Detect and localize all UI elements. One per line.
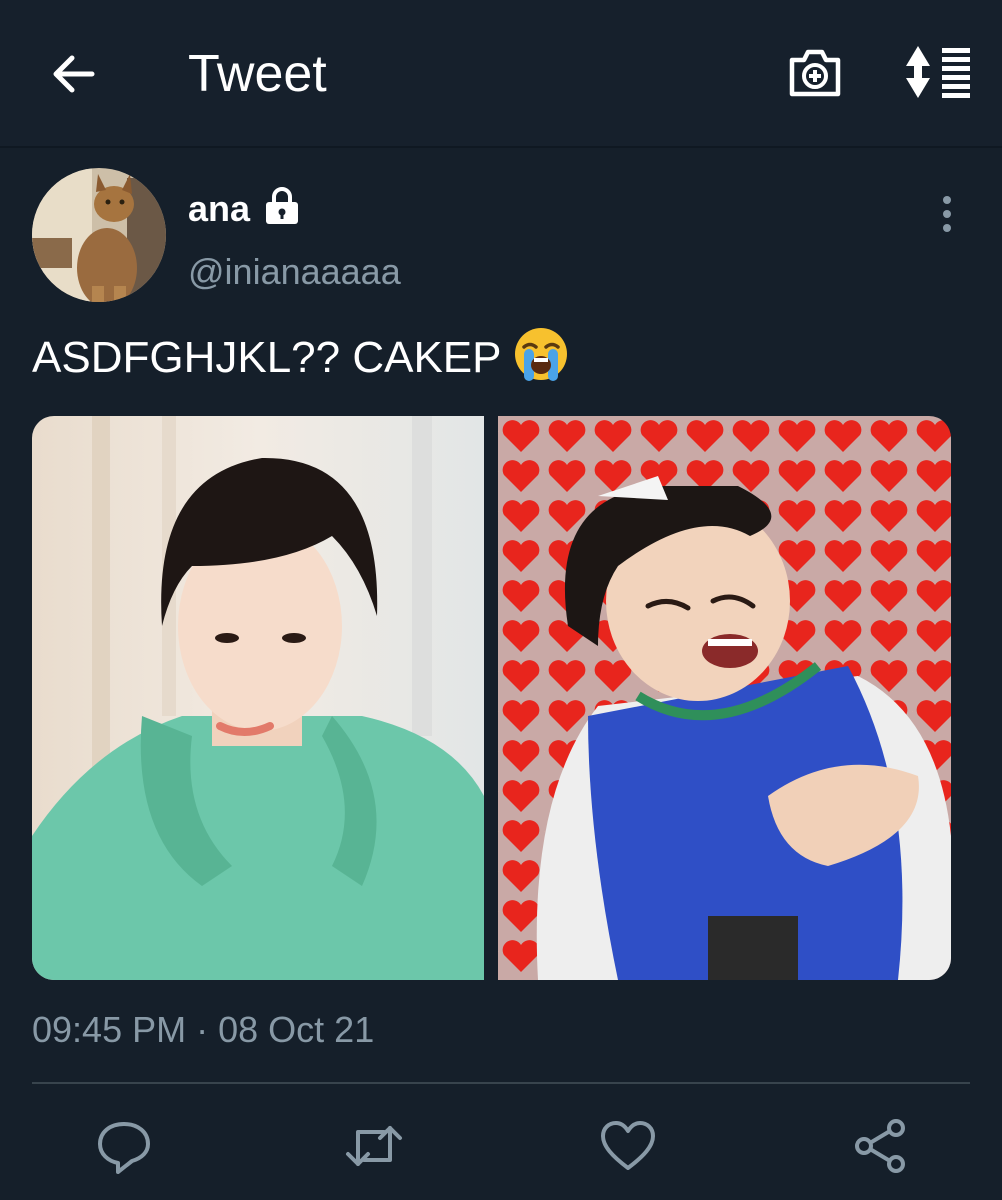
tweet-timestamp[interactable]: 09:45 PM · 08 Oct 21 [32,1008,374,1052]
timestamp-date: 08 Oct 21 [218,1009,375,1050]
page-title: Tweet [188,45,327,103]
tweet-text-content: ASDFGHJKL?? CAKEP [32,333,502,382]
back-button[interactable] [48,48,100,100]
sort-button[interactable] [904,44,974,100]
timestamp-time: 09:45 PM [32,1009,187,1050]
share-button[interactable] [850,1116,910,1176]
camera-button[interactable] [786,44,844,100]
cat-avatar-image [32,168,166,302]
tweet-photo-1[interactable] [32,416,484,980]
reply-button[interactable] [94,1116,154,1176]
lock-icon [262,186,302,226]
divider [32,1082,970,1084]
loudly-crying-face-icon [512,325,570,383]
author-handle[interactable]: @inianaaaaa [188,250,401,294]
author-name[interactable]: ana [188,188,250,230]
retweet-icon [346,1126,402,1166]
avatar[interactable] [32,168,166,302]
tweet-photo-2[interactable] [498,416,951,980]
like-button[interactable] [598,1116,658,1176]
timestamp-separator: · [196,1009,209,1050]
share-icon [855,1119,905,1173]
photo-icon [32,416,484,980]
vertical-dots-icon [943,196,951,232]
retweet-button[interactable] [344,1116,404,1176]
top-app-bar: Tweet [0,0,1002,148]
tweet-text: ASDFGHJKL?? CAKEP [32,328,570,389]
more-options-button[interactable] [930,190,964,238]
arrow-left-icon [53,55,95,93]
photo-icon [498,416,951,980]
reply-icon [98,1122,150,1174]
sort-toggle-icon [906,46,970,98]
like-icon [601,1121,655,1170]
camera-add-icon [789,49,841,97]
